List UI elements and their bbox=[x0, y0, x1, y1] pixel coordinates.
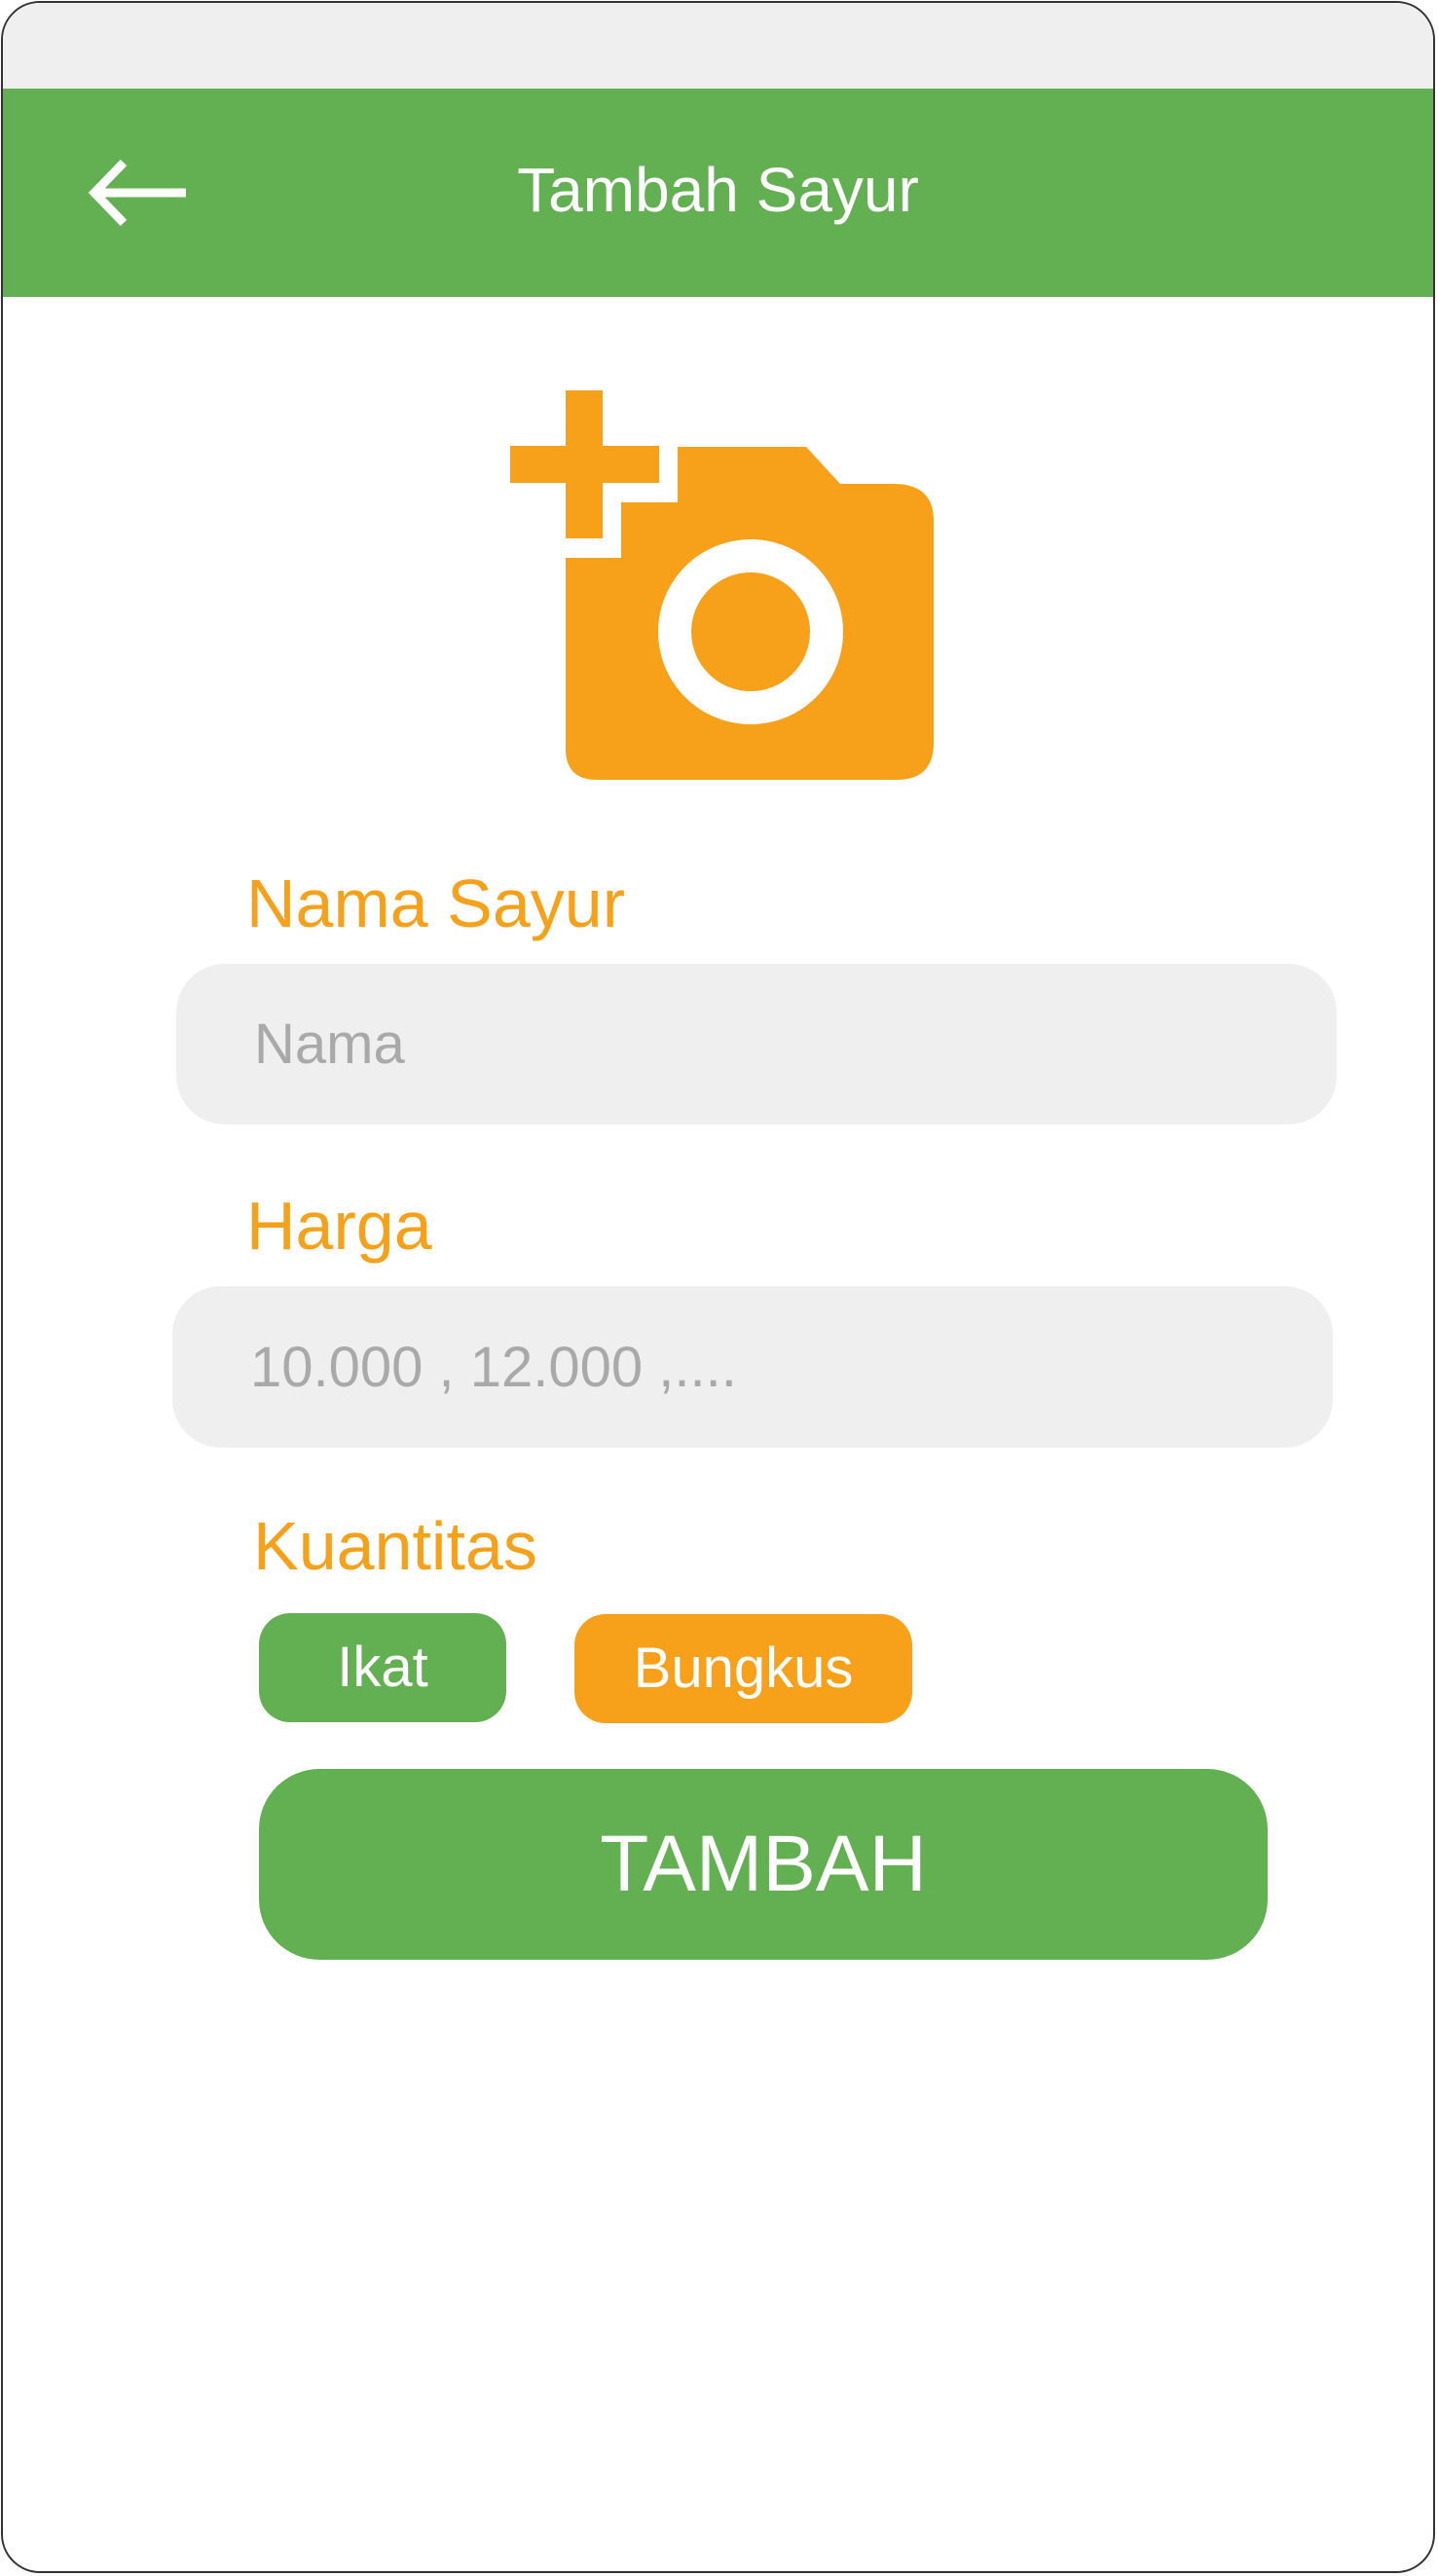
status-bar bbox=[3, 3, 1433, 89]
name-label: Nama Sayur bbox=[246, 865, 626, 941]
quantity-label: Kuantitas bbox=[253, 1508, 537, 1584]
add-photo-button[interactable] bbox=[507, 390, 936, 784]
add-a-photo-icon bbox=[510, 390, 934, 780]
submit-button[interactable]: TAMBAH bbox=[259, 1769, 1268, 1960]
quantity-option-ikat[interactable]: Ikat bbox=[259, 1613, 506, 1722]
price-input[interactable] bbox=[172, 1286, 1333, 1448]
price-label: Harga bbox=[246, 1188, 432, 1264]
name-input[interactable] bbox=[176, 964, 1337, 1124]
quantity-option-bungkus[interactable]: Bungkus bbox=[574, 1614, 912, 1723]
page-title: Tambah Sayur bbox=[517, 155, 919, 225]
app-bar: Tambah Sayur bbox=[3, 89, 1433, 297]
price-field-box[interactable] bbox=[172, 1286, 1333, 1448]
phone-frame: Tambah Sayur Nama Sayur Harga Kuantitas … bbox=[1, 1, 1435, 2573]
name-field-box[interactable] bbox=[176, 964, 1337, 1124]
